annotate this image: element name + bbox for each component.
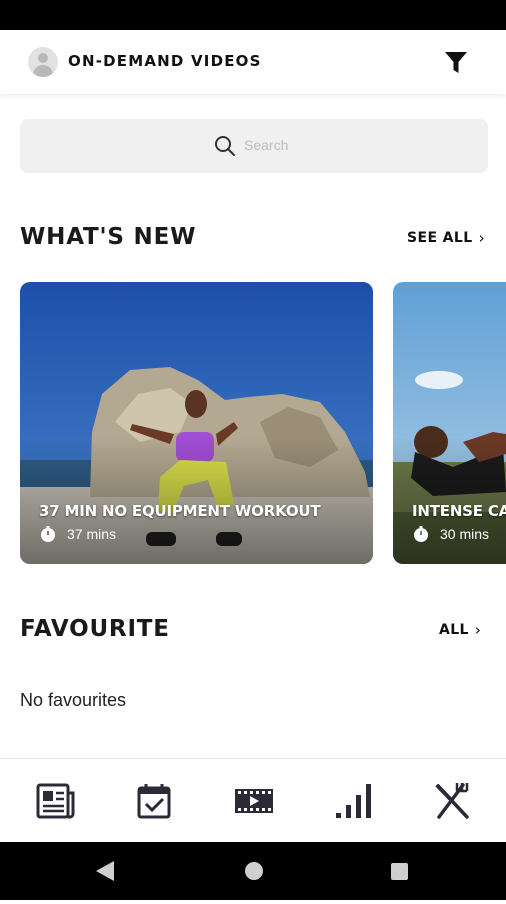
chevron-right-icon: › <box>478 229 485 247</box>
card-duration: 30 mins <box>412 525 489 543</box>
card-duration-label: 30 mins <box>440 526 490 542</box>
video-thumbnail <box>393 282 506 564</box>
favourite-all-label: ALL <box>439 622 469 638</box>
see-all-label: SEE ALL <box>407 230 473 246</box>
calendar-check-icon[interactable] <box>135 781 175 821</box>
filter-icon[interactable] <box>440 48 472 78</box>
back-icon[interactable] <box>96 861 114 881</box>
favourite-all-button[interactable]: ALL › <box>439 621 481 639</box>
recents-icon[interactable] <box>391 863 408 880</box>
chevron-right-icon: › <box>474 621 482 639</box>
video-card[interactable]: 37 MIN NO EQUIPMENT WORKOUT 37 mins <box>20 282 373 564</box>
video-thumbnail <box>20 282 373 564</box>
search-placeholder: Search <box>244 137 289 153</box>
news-icon[interactable] <box>35 781 75 821</box>
search-input[interactable]: Search <box>20 119 488 173</box>
video-card[interactable]: INTENSE CA 30 mins <box>393 282 506 564</box>
status-bar <box>0 0 506 30</box>
stopwatch-icon <box>414 526 428 542</box>
page-title: ON-DEMAND VIDEOS <box>68 52 262 70</box>
favourites-empty-text: No favourites <box>20 690 127 710</box>
whats-new-title: WHAT'S NEW <box>20 224 197 250</box>
home-icon[interactable] <box>245 862 263 880</box>
card-title: INTENSE CA <box>412 502 506 520</box>
nutrition-icon[interactable] <box>433 781 473 821</box>
stats-icon[interactable] <box>334 781 374 821</box>
app-header: ON-DEMAND VIDEOS <box>0 30 506 94</box>
stopwatch-icon <box>41 526 55 542</box>
bottom-nav <box>0 758 506 843</box>
favourite-title: FAVOURITE <box>20 616 170 642</box>
video-icon[interactable] <box>234 781 274 821</box>
card-duration: 37 mins <box>39 525 116 543</box>
card-title: 37 MIN NO EQUIPMENT WORKOUT <box>39 502 321 520</box>
user-avatar-icon[interactable] <box>28 47 58 77</box>
card-duration-label: 37 mins <box>67 526 117 542</box>
search-icon <box>214 135 236 157</box>
see-all-button[interactable]: SEE ALL › <box>407 229 485 247</box>
system-nav-bar <box>0 842 506 900</box>
